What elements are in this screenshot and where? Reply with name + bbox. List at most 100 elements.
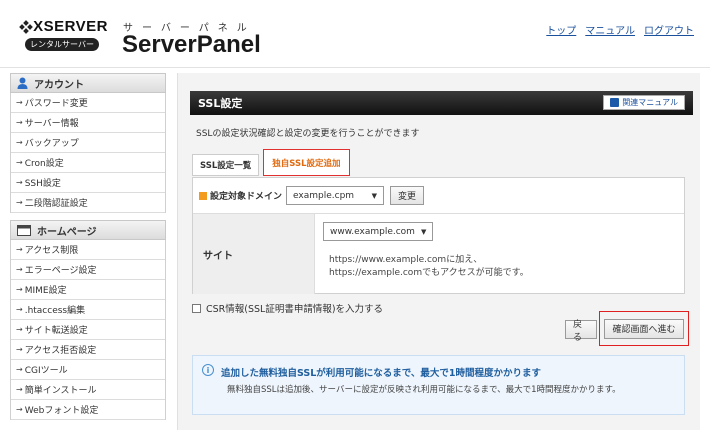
sidebar-section-title: ホームページ bbox=[37, 226, 97, 238]
required-marker-icon bbox=[199, 191, 207, 200]
confirm-highlight: 確認画面へ進む bbox=[599, 311, 689, 346]
sidebar-item-ssh[interactable]: → SSH設定 bbox=[11, 173, 165, 193]
arrow-right-icon: → bbox=[16, 385, 23, 394]
arrow-right-icon: → bbox=[16, 285, 23, 294]
arrow-right-icon: → bbox=[16, 138, 23, 147]
sidebar-item-easy-install[interactable]: → 簡単インストール bbox=[11, 380, 165, 400]
sidebar-section-account: アカウント bbox=[10, 73, 166, 93]
tab-add-ssl[interactable]: 独自SSL設定追加 bbox=[263, 149, 350, 176]
sidebar-item-label: Webフォント設定 bbox=[24, 406, 99, 416]
sidebar-item-label: SSH設定 bbox=[24, 179, 61, 189]
sidebar: アカウント → パスワード変更 → サーバー情報 → バックアップ → Cron設定 →… bbox=[10, 73, 166, 430]
csr-label[interactable]: CSR情報(SSL証明書申請情報)を入力する bbox=[206, 301, 383, 315]
arrow-right-icon: → bbox=[16, 118, 23, 127]
sidebar-item-label: .htaccess編集 bbox=[24, 306, 86, 316]
domain-row: 設定対象ドメイン example.cpm ▼ 変更 bbox=[193, 178, 684, 214]
nav-manual-link[interactable]: マニュアル bbox=[585, 22, 635, 37]
site-note-line: https://example.comでもアクセスが可能です。 bbox=[329, 268, 529, 278]
sidebar-item-error-page[interactable]: → エラーページ設定 bbox=[11, 260, 165, 280]
tab-bar: SSL設定一覧 独自SSL設定追加 bbox=[192, 149, 354, 176]
info-icon: i bbox=[202, 364, 214, 376]
xserver-logo[interactable]: XSERVER レンタルサーバー bbox=[19, 18, 108, 58]
domain-select[interactable]: example.cpm ▼ bbox=[286, 186, 385, 205]
site-note: https://www.example.comに加え、 https://exam… bbox=[329, 254, 529, 280]
sidebar-item-mime[interactable]: → MIME設定 bbox=[11, 280, 165, 300]
page-title: SSL設定 bbox=[198, 97, 243, 110]
tab-ssl-list[interactable]: SSL設定一覧 bbox=[192, 154, 260, 176]
sidebar-item-label: サーバー情報 bbox=[24, 119, 79, 129]
csr-checkbox[interactable] bbox=[192, 303, 201, 313]
page-description: SSLの設定状況確認と設定の変更を行うことができます bbox=[196, 129, 420, 139]
arrow-right-icon: → bbox=[16, 98, 23, 107]
sidebar-section-homepage: ホームページ bbox=[10, 220, 166, 240]
confirm-button[interactable]: 確認画面へ進む bbox=[604, 318, 684, 339]
arrow-right-icon: → bbox=[16, 198, 23, 207]
arrow-right-icon: → bbox=[16, 405, 23, 414]
book-icon bbox=[17, 224, 31, 236]
sidebar-item-cgi[interactable]: → CGIツール bbox=[11, 360, 165, 380]
arrow-right-icon: → bbox=[16, 158, 23, 167]
sidebar-item-2fa[interactable]: → 二段階認証設定 bbox=[11, 193, 165, 213]
site-value-cell: www.example.com ▼ https://www.example.co… bbox=[315, 214, 684, 294]
user-icon bbox=[17, 77, 28, 89]
homepage-menu: → アクセス制限 → エラーページ設定 → MIME設定 → .htaccess編集 →… bbox=[10, 240, 166, 420]
sidebar-item-label: 簡単インストール bbox=[24, 386, 97, 396]
manual-book-icon bbox=[610, 98, 620, 107]
sidebar-item-backup[interactable]: → バックアップ bbox=[11, 133, 165, 153]
site-select[interactable]: www.example.com ▼ bbox=[323, 222, 433, 241]
related-manual-label: 関連マニュアル bbox=[622, 98, 678, 107]
sidebar-item-password[interactable]: → パスワード変更 bbox=[11, 93, 165, 113]
main-content: SSL設定 関連マニュアル SSLの設定状況確認と設定の変更を行うことができます… bbox=[177, 73, 700, 430]
arrow-right-icon: → bbox=[16, 345, 23, 354]
sidebar-item-site-redirect[interactable]: → サイト転送設定 bbox=[11, 320, 165, 340]
domain-select-value: example.cpm bbox=[293, 190, 355, 201]
panel-title: ServerPanel bbox=[122, 31, 261, 58]
sidebar-item-cron[interactable]: → Cron設定 bbox=[11, 153, 165, 173]
nav-top-link[interactable]: トップ bbox=[546, 22, 576, 37]
arrow-right-icon: → bbox=[16, 305, 23, 314]
info-title: 追加した無料独自SSLが利用可能になるまで、最大で1時間程度かかります bbox=[221, 368, 542, 379]
change-domain-button[interactable]: 変更 bbox=[390, 186, 425, 205]
domain-label: 設定対象ドメイン bbox=[210, 192, 283, 202]
site-note-line: https://www.example.comに加え、 bbox=[329, 255, 483, 265]
info-body: 無料独自SSLは追加後、サーバーに設定が反映され利用可能になるまで、最大で1時間… bbox=[227, 385, 621, 395]
csr-option: CSR情報(SSL証明書申請情報)を入力する bbox=[192, 301, 383, 315]
nav-logout-link[interactable]: ログアウト bbox=[644, 22, 694, 37]
logo-badge: レンタルサーバー bbox=[25, 38, 99, 51]
sidebar-item-label: アクセス拒否設定 bbox=[24, 346, 97, 356]
related-manual-button[interactable]: 関連マニュアル bbox=[603, 95, 685, 110]
arrow-right-icon: → bbox=[16, 178, 23, 187]
ssl-form: 設定対象ドメイン example.cpm ▼ 変更 サイト www.exampl… bbox=[192, 177, 685, 294]
info-box: i 追加した無料独自SSLが利用可能になるまで、最大で1時間程度かかります 無料… bbox=[192, 355, 685, 415]
sidebar-item-label: Cron設定 bbox=[24, 159, 64, 169]
diamond-logo-icon bbox=[19, 19, 33, 34]
site-label: サイト bbox=[193, 214, 315, 294]
site-row: サイト www.example.com ▼ https://www.exampl… bbox=[193, 214, 684, 294]
sidebar-item-label: CGIツール bbox=[24, 366, 68, 376]
caret-down-icon: ▼ bbox=[371, 191, 378, 200]
back-button[interactable]: 戻る bbox=[565, 320, 597, 343]
sidebar-section-title: アカウント bbox=[34, 79, 84, 91]
sidebar-item-label: 二段階認証設定 bbox=[24, 199, 88, 209]
sidebar-item-htaccess[interactable]: → .htaccess編集 bbox=[11, 300, 165, 320]
sidebar-item-web-font[interactable]: → Webフォント設定 bbox=[11, 400, 165, 420]
header: XSERVER レンタルサーバー サーバーパネル ServerPanel トップ… bbox=[0, 0, 710, 68]
sidebar-item-label: MIME設定 bbox=[24, 286, 67, 296]
arrow-right-icon: → bbox=[16, 365, 23, 374]
arrow-right-icon: → bbox=[16, 245, 23, 254]
sidebar-item-label: アクセス制限 bbox=[24, 246, 79, 256]
sidebar-item-server-info[interactable]: → サーバー情報 bbox=[11, 113, 165, 133]
sidebar-item-access-limit[interactable]: → アクセス制限 bbox=[11, 240, 165, 260]
arrow-right-icon: → bbox=[16, 265, 23, 274]
sidebar-item-label: バックアップ bbox=[24, 139, 79, 149]
logo-text: XSERVER bbox=[33, 18, 108, 35]
sidebar-item-label: パスワード変更 bbox=[24, 99, 88, 109]
top-nav: トップ マニュアル ログアウト bbox=[546, 22, 694, 37]
sidebar-item-access-deny[interactable]: → アクセス拒否設定 bbox=[11, 340, 165, 360]
site-select-value: www.example.com bbox=[330, 226, 415, 237]
caret-down-icon: ▼ bbox=[420, 227, 427, 236]
arrow-right-icon: → bbox=[16, 325, 23, 334]
sidebar-item-label: サイト転送設定 bbox=[24, 326, 88, 336]
sidebar-item-label: エラーページ設定 bbox=[24, 266, 97, 276]
account-menu: → パスワード変更 → サーバー情報 → バックアップ → Cron設定 → SSH設定 … bbox=[10, 93, 166, 213]
